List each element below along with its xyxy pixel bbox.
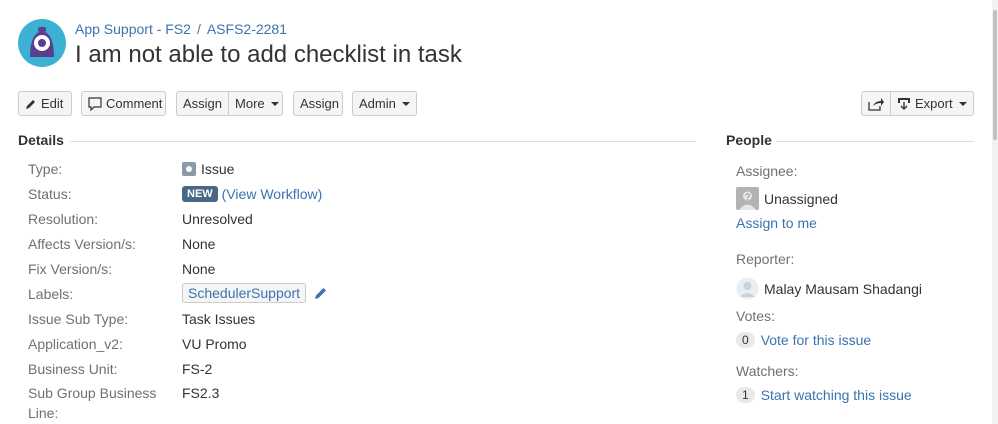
chevron-down-icon xyxy=(958,101,967,106)
field-label-issue-sub-type: Issue Sub Type: xyxy=(28,311,129,327)
field-value-business-unit: FS-2 xyxy=(182,361,213,377)
admin-button[interactable]: Admin xyxy=(352,91,417,116)
reporter-label: Reporter: xyxy=(736,251,795,267)
assign-more-group: Assign More xyxy=(176,91,283,116)
field-label-application: Application_v2: xyxy=(28,336,123,352)
details-divider xyxy=(70,141,696,142)
scrollbar-thumb[interactable] xyxy=(993,10,997,140)
watch-link[interactable]: Start watching this issue xyxy=(761,387,912,403)
field-value-fix-version: None xyxy=(182,261,216,277)
share-button[interactable] xyxy=(862,92,890,115)
field-label-affects-version: Affects Version/s: xyxy=(28,236,136,252)
more-label: More xyxy=(235,96,265,111)
field-label-business-unit: Business Unit: xyxy=(28,361,118,377)
view-workflow-link[interactable]: (View Workflow) xyxy=(222,186,323,202)
scrollbar[interactable] xyxy=(992,0,998,424)
watchers-count: 1 xyxy=(736,387,755,403)
reporter-value[interactable]: Malay Mausam Shadangi xyxy=(736,277,922,300)
breadcrumb: App Support - FS2 / ASFS2-2281 xyxy=(75,21,287,37)
assign-to-me-text: Assign to me xyxy=(736,215,817,231)
field-label-resolution: Resolution: xyxy=(28,211,99,227)
edit-button[interactable]: Edit xyxy=(18,91,72,116)
edit-labels-icon[interactable] xyxy=(314,286,328,300)
reporter-name: Malay Mausam Shadangi xyxy=(764,280,922,297)
field-label-type: Type: xyxy=(28,161,63,177)
issue-type-icon xyxy=(182,162,196,176)
project-avatar[interactable] xyxy=(18,19,66,67)
assignee-name: Unassigned xyxy=(764,190,838,207)
svg-text:?: ? xyxy=(745,192,750,202)
issue-type-text: Issue xyxy=(201,161,235,177)
field-value-issue-sub-type: Task Issues xyxy=(182,311,256,327)
people-divider xyxy=(776,141,974,142)
field-label-sub-group-line2: Line: xyxy=(28,405,59,421)
label-chip[interactable]: SchedulerSupport xyxy=(182,283,307,303)
field-label-labels: Labels: xyxy=(28,286,74,302)
people-heading: People xyxy=(726,132,772,148)
breadcrumb-separator: / xyxy=(196,21,201,37)
comment-button[interactable]: Comment xyxy=(81,91,166,116)
field-label-fix-version: Fix Version/s: xyxy=(28,261,113,277)
assign-button-2[interactable]: Assign xyxy=(293,91,343,116)
share-icon xyxy=(868,97,884,111)
page-title: I am not able to add checklist in task xyxy=(75,41,462,68)
field-value-type: Issue xyxy=(182,161,234,177)
field-value-resolution: Unresolved xyxy=(182,211,253,227)
pencil-icon xyxy=(26,99,35,109)
assign-button[interactable]: Assign xyxy=(177,92,228,115)
status-badge: NEW xyxy=(182,186,218,202)
field-label-sub-group: Sub Group Business xyxy=(28,385,157,401)
unassigned-avatar-icon: ? xyxy=(736,187,759,210)
assign-to-me-link[interactable]: Assign to me xyxy=(736,215,817,231)
comment-label: Comment xyxy=(106,96,163,111)
field-value-application: VU Promo xyxy=(182,336,247,352)
details-heading: Details xyxy=(18,132,64,148)
votes-label: Votes: xyxy=(736,308,775,324)
field-label-status: Status: xyxy=(28,186,72,202)
vote-link[interactable]: Vote for this issue xyxy=(761,332,872,348)
assign2-label: Assign xyxy=(300,96,340,111)
watchers-row: 1 Start watching this issue xyxy=(736,387,912,403)
download-icon xyxy=(898,97,910,110)
comment-icon xyxy=(88,96,102,111)
assignee-label: Assignee: xyxy=(736,163,798,179)
reporter-avatar xyxy=(736,277,759,300)
field-value-sub-group: FS2.3 xyxy=(182,385,220,401)
assign-label: Assign xyxy=(183,96,223,111)
watchers-label: Watchers: xyxy=(736,363,799,379)
export-label: Export xyxy=(915,96,953,111)
edit-label: Edit xyxy=(41,96,64,111)
admin-label: Admin xyxy=(359,96,396,111)
votes-row: 0 Vote for this issue xyxy=(736,332,871,348)
project-link[interactable]: App Support - FS2 xyxy=(75,21,191,37)
export-button[interactable]: Export xyxy=(890,92,973,115)
field-value-status: NEW (View Workflow) xyxy=(182,186,322,202)
issue-key-link[interactable]: ASFS2-2281 xyxy=(207,21,287,37)
more-button[interactable]: More xyxy=(228,92,285,115)
field-value-affects-version: None xyxy=(182,236,216,252)
chevron-down-icon xyxy=(401,101,410,106)
field-value-labels: SchedulerSupport xyxy=(182,283,328,303)
chevron-down-icon xyxy=(270,101,279,106)
votes-count: 0 xyxy=(736,332,755,348)
assignee-value: ? Unassigned xyxy=(736,187,838,210)
share-export-group: Export xyxy=(861,91,974,116)
